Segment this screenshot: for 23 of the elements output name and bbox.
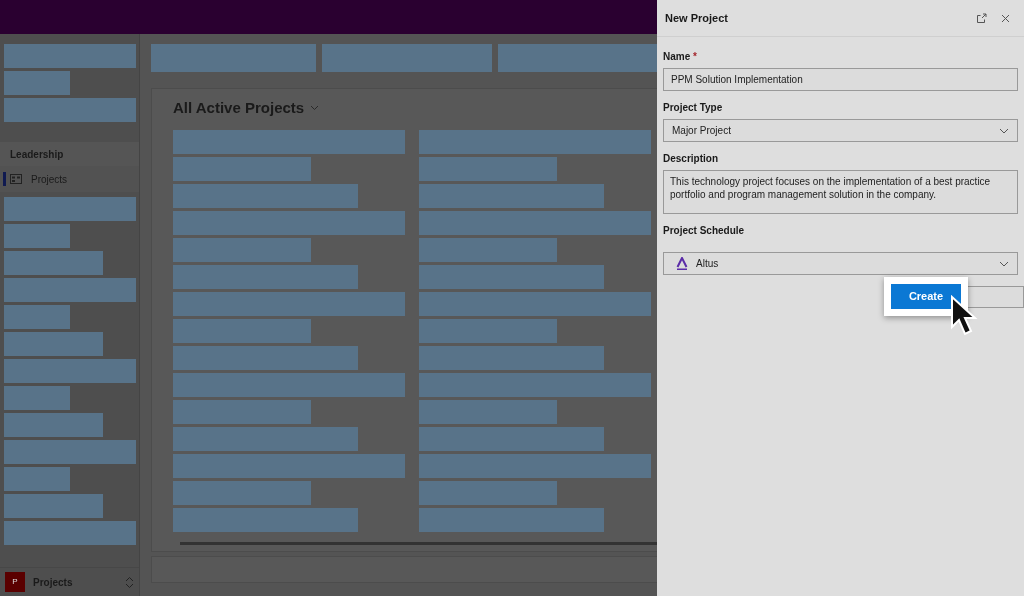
panel-title: New Project [665,10,729,26]
field-label: Project Type [663,101,724,115]
board-icon [10,174,22,184]
placeholder-bar [4,224,70,248]
dropdown-field[interactable]: Altus [663,252,1018,275]
placeholder-bar [4,71,70,95]
section-heading: Leadership [10,147,64,162]
create-button[interactable]: Create [891,284,961,309]
placeholder-bar [4,467,70,491]
text-field[interactable]: PPM Solution Implementation [663,68,1018,91]
chevron-down-icon [999,127,1009,134]
placeholder-bar [4,386,70,410]
scrollbar[interactable] [180,541,657,545]
field-label: Name * [663,50,698,64]
chevron-down-icon [999,260,1009,267]
field-label: Description [663,152,719,166]
close-icon[interactable] [1001,13,1010,23]
description-field[interactable]: This technology project focuses on the implementation of a best practice portfolio and program management solution in the company. [663,170,1018,214]
up-down-chevron-icon [125,575,134,589]
placeholder-bar [4,305,70,329]
dropdown-field[interactable]: Major Project [663,119,1018,142]
field-label: Project Schedule [663,224,746,238]
expand-icon[interactable] [977,13,987,23]
